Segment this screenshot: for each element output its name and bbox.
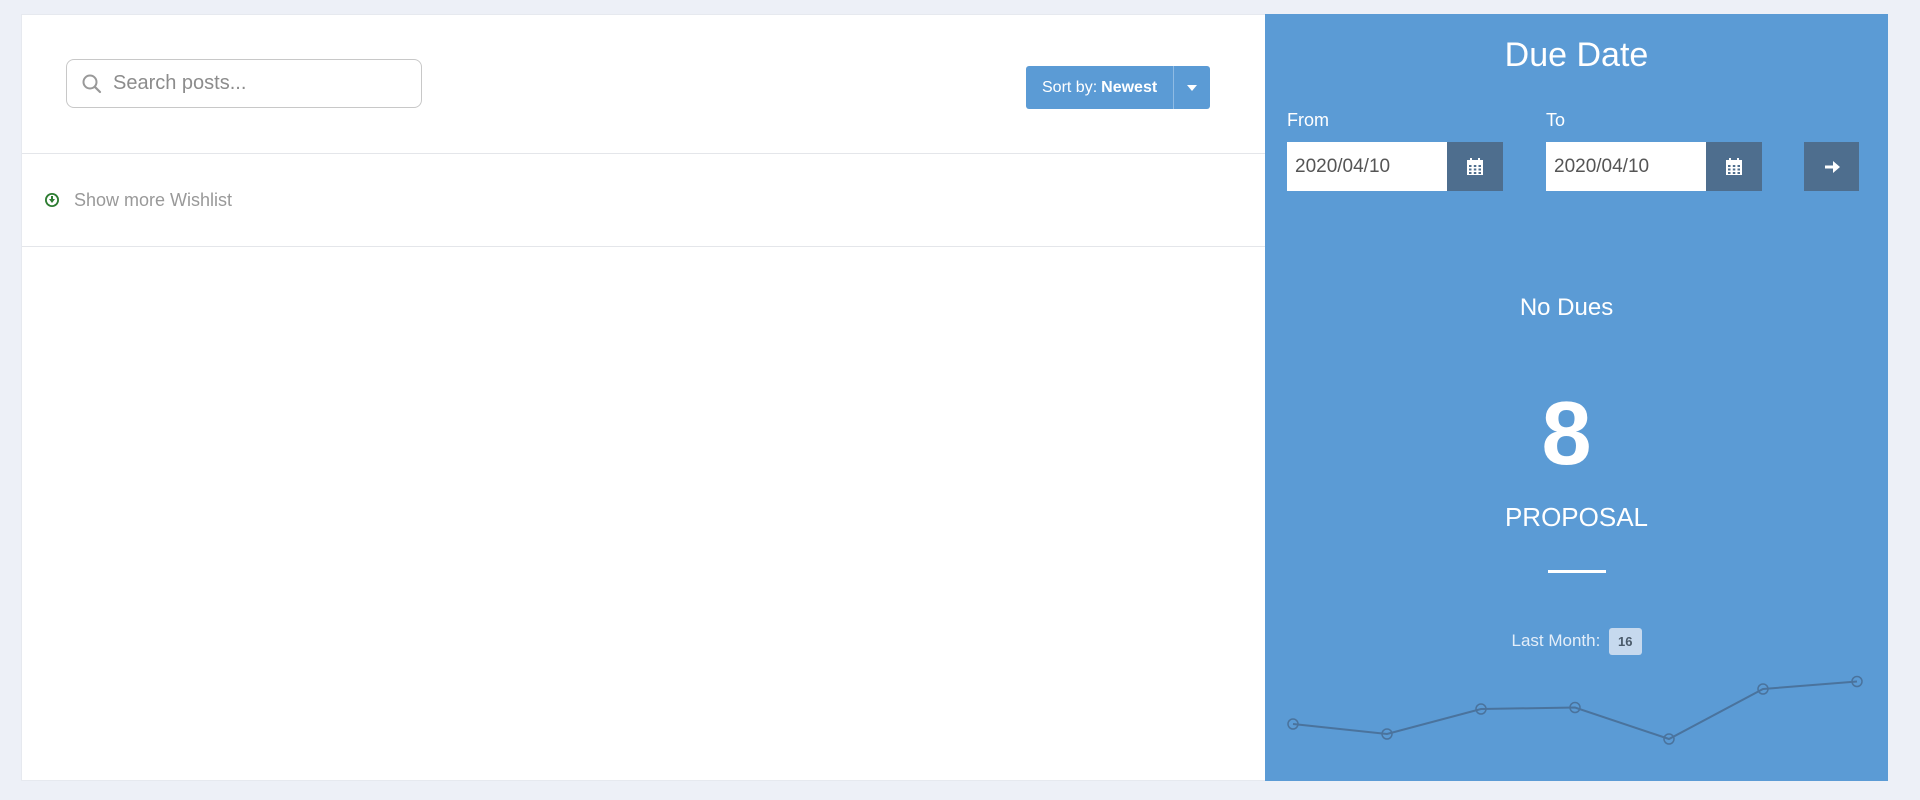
search-input[interactable] [107,62,421,105]
calendar-icon [1726,157,1742,175]
sparkline-series [1292,680,1858,741]
show-more-label: Show more Wishlist [74,189,233,210]
from-date-group: 2020/04/10 [1287,142,1503,191]
to-date-group: 2020/04/10 [1546,142,1762,191]
from-calendar-button[interactable] [1447,142,1503,191]
last-month-label: Last Month: [1511,630,1601,650]
posts-panel: Sort by: Newest Show more Wishlist [21,14,1266,781]
from-label: From [1287,110,1329,130]
search-icon [77,69,107,99]
sort-dropdown[interactable]: Sort by: Newest [1026,66,1211,109]
apply-date-button[interactable] [1804,142,1859,191]
sparkline-chart [1287,675,1863,745]
arrow-right-icon [1824,160,1840,173]
sort-button[interactable]: Sort by: Newest [1026,66,1174,109]
to-label: To [1546,110,1566,130]
from-date-input[interactable]: 2020/04/10 [1287,142,1447,191]
posts-toolbar: Sort by: Newest [22,15,1265,154]
chevron-down-icon [1187,84,1198,91]
dues-status: No Dues [1519,294,1614,321]
last-month-badge: 16 [1609,628,1642,655]
show-more-wishlist[interactable]: Show more Wishlist [22,154,1265,247]
proposal-label: PROPOSAL [1504,502,1649,532]
circle-arrow-down-icon [44,192,60,208]
divider [1548,570,1606,573]
due-date-title: Due Date [1504,36,1649,74]
search-box[interactable] [66,59,422,108]
sort-prefix: Sort by: [1042,78,1098,96]
sort-caret-button[interactable] [1173,66,1211,109]
last-month: Last Month: 16 [1265,628,1888,655]
to-date-input[interactable]: 2020/04/10 [1546,142,1706,191]
calendar-icon [1467,157,1483,175]
sort-value: Newest [1101,78,1158,96]
to-calendar-button[interactable] [1706,142,1762,191]
proposal-count: 8 [1541,384,1592,484]
due-date-panel: Due Date From 2020/04/10 To 2020/04/10 N… [1265,14,1888,781]
